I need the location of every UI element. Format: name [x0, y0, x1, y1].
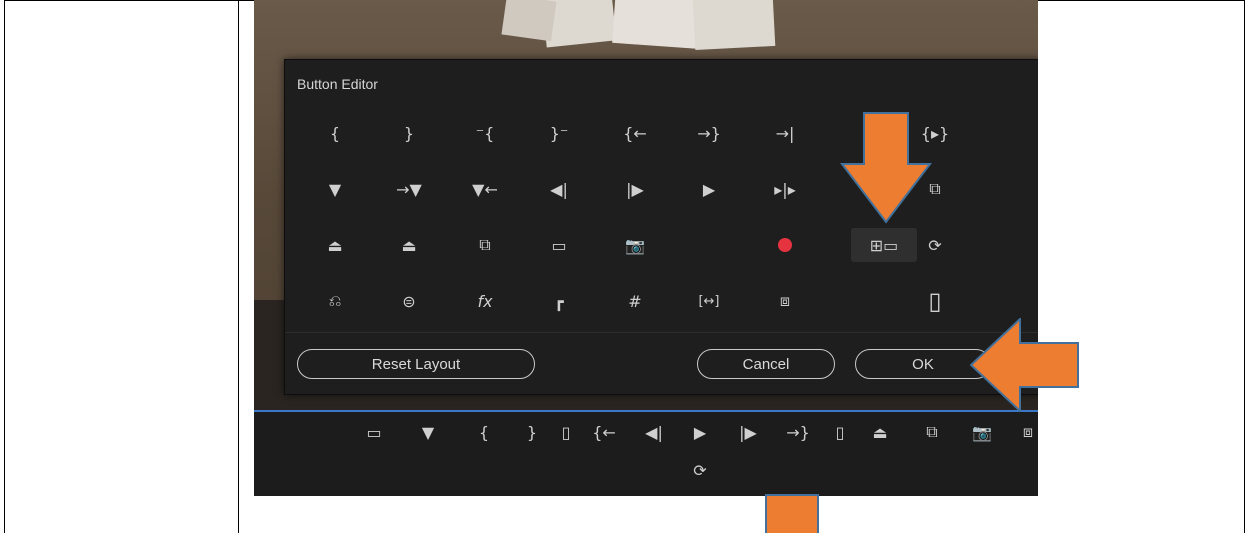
step-forward-button[interactable]: |▶	[734, 420, 762, 444]
insert-icon[interactable]: ⧉	[463, 228, 507, 262]
lift-button[interactable]: ⏏	[866, 420, 894, 444]
spacer-button: ▯	[835, 422, 845, 442]
toggle-proxies-icon[interactable]: ⟳	[913, 228, 957, 262]
table-column-divider	[238, 0, 239, 533]
extract-icon[interactable]: ⏏	[387, 228, 431, 262]
dialog-title: Button Editor	[297, 76, 378, 92]
insert-button[interactable]: ⧉	[918, 420, 946, 444]
comparison-view-icon[interactable]: ⊞▭	[851, 228, 917, 262]
restore-cropped-icon[interactable]: ⎌	[313, 284, 357, 318]
go-to-next-icon[interactable]: →|	[763, 116, 807, 150]
table-left-border	[4, 0, 5, 533]
go-to-previous-marker-icon[interactable]: ▼←	[463, 172, 507, 206]
add-marker-button[interactable]: ▼	[414, 420, 442, 444]
cancel-button[interactable]: Cancel	[697, 349, 835, 379]
fx-icon[interactable]: fx	[463, 284, 507, 318]
multicam-icon[interactable]: ┏	[537, 284, 581, 318]
play-icon[interactable]: ▶	[687, 172, 731, 206]
step-back-icon[interactable]: ◀|	[537, 172, 581, 206]
screenshot: Button Editor { } ⁻{ }⁻ {← →} →| {▸} ▼ →…	[254, 0, 1038, 496]
table-right-border	[1244, 0, 1245, 533]
go-to-in-icon[interactable]: {←	[613, 116, 657, 150]
export-frame-button[interactable]: 📷	[968, 420, 996, 444]
clear-out-icon[interactable]: }⁻	[537, 116, 581, 150]
safe-margins-icon[interactable]: ▭	[537, 228, 581, 262]
safe-margins-button[interactable]: ▭	[360, 420, 388, 444]
spacer-icon[interactable]: ▯	[913, 284, 957, 318]
toggle-proxies-button[interactable]: ⟳	[686, 458, 714, 482]
go-to-out-button[interactable]: →}	[784, 420, 812, 444]
multi-camera-button[interactable]: ⧈	[1014, 420, 1038, 444]
mark-in-icon[interactable]: {	[313, 116, 357, 150]
background-paper	[692, 0, 776, 51]
spacer-button: ▯	[561, 422, 571, 442]
play-button[interactable]: ▶	[686, 420, 714, 444]
vr-video-icon[interactable]: ⊜	[387, 284, 431, 318]
clear-in-icon[interactable]: ⁻{	[463, 116, 507, 150]
dialog-separator	[285, 332, 1038, 333]
mark-out-icon[interactable]: }	[387, 116, 431, 150]
go-to-out-icon[interactable]: →}	[687, 116, 731, 150]
multi-camera-icon[interactable]: ⧈	[763, 284, 807, 318]
global-fx-mute-icon[interactable]: [↔]	[687, 284, 731, 318]
down-arrow-callout	[840, 112, 932, 224]
background-paper	[612, 0, 706, 50]
record-icon[interactable]	[763, 228, 807, 262]
go-to-next-marker-icon[interactable]: →▼	[387, 172, 431, 206]
reset-layout-button[interactable]: Reset Layout	[297, 349, 535, 379]
button-editor-dialog: Button Editor { } ⁻{ }⁻ {← →} →| {▸} ▼ →…	[284, 59, 1038, 395]
lift-icon[interactable]: ⏏	[313, 228, 357, 262]
step-forward-icon[interactable]: |▶	[613, 172, 657, 206]
add-marker-icon[interactable]: ▼	[313, 172, 357, 206]
record-dot	[778, 238, 792, 252]
program-monitor-transport-bar: ▭ ▼ { } ▯ {← ◀| ▶ |▶ →} ▯ ⏏ ⧉ 📷 ⧈ ⟳	[254, 410, 1038, 496]
mark-in-button[interactable]: {	[470, 420, 498, 444]
play-around-icon[interactable]: ▸|▸	[763, 172, 807, 206]
background-paper	[501, 0, 557, 42]
partial-arrow-callout	[765, 494, 819, 533]
go-to-in-button[interactable]: {←	[590, 420, 618, 444]
left-arrow-callout	[970, 318, 1079, 412]
export-frame-icon[interactable]: 📷	[613, 228, 657, 262]
mark-out-button[interactable]: }	[518, 420, 546, 444]
transparency-grid-icon[interactable]: #	[613, 284, 657, 318]
step-back-button[interactable]: ◀|	[640, 420, 668, 444]
